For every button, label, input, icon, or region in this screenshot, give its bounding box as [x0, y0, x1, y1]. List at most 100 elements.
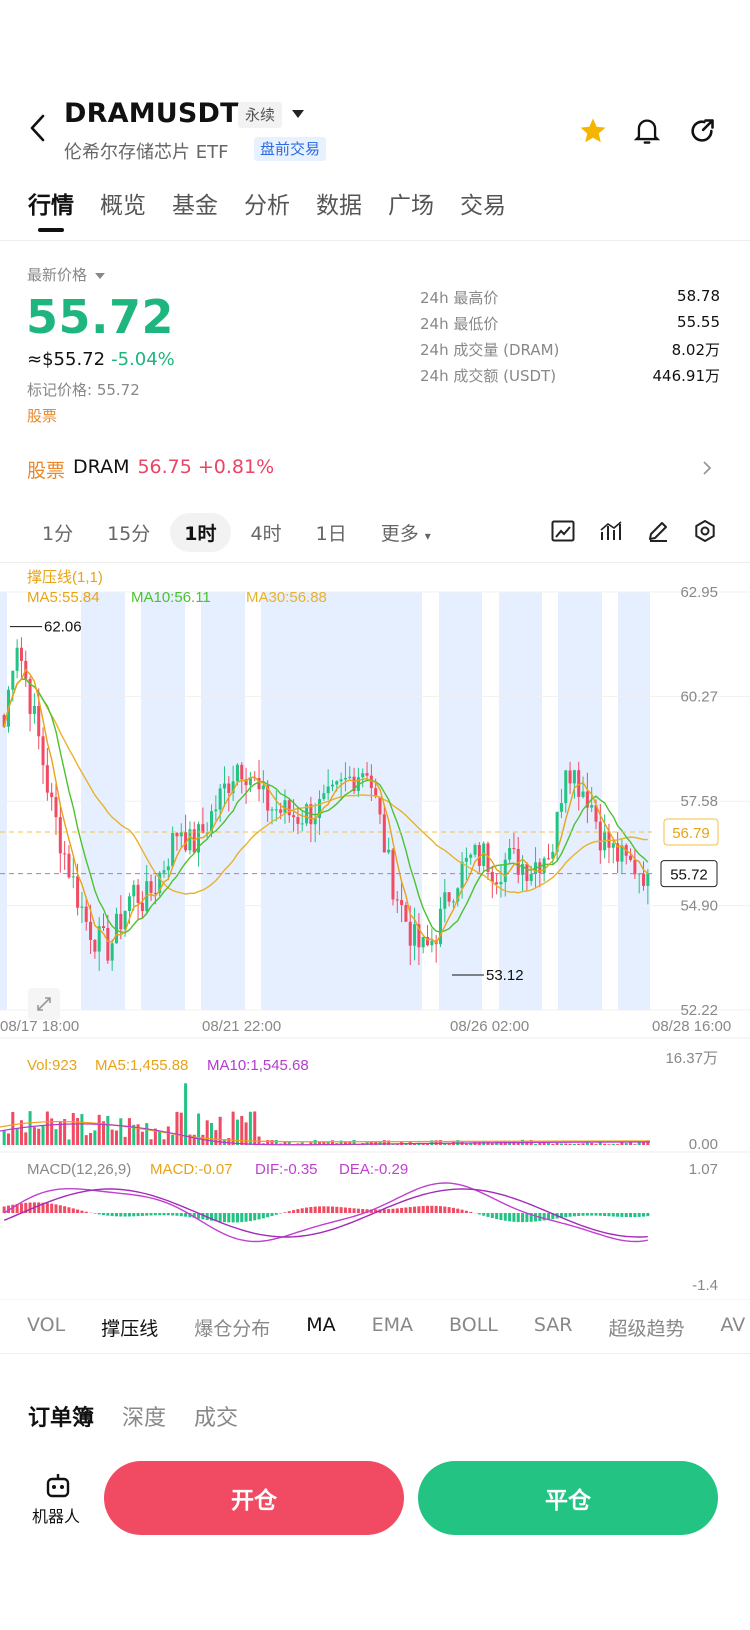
indicator-ema[interactable]: EMA	[372, 1314, 413, 1341]
tab-trade[interactable]: 交易	[460, 186, 506, 220]
tab-trades[interactable]: 成交	[194, 1400, 238, 1432]
candle-body	[283, 800, 287, 813]
stock-change: +0.81%	[197, 456, 275, 478]
period-15m[interactable]: 15分	[93, 513, 164, 552]
candle-body	[76, 876, 80, 908]
divider	[0, 1353, 750, 1354]
main-tabs: 行情 概览 基金 分析 数据 广场 交易	[28, 186, 532, 232]
macd-histogram-bar	[248, 1213, 252, 1222]
period-1m[interactable]: 1分	[28, 513, 87, 552]
draw-pen-icon[interactable]	[643, 516, 673, 546]
indicator-av[interactable]: AV	[721, 1314, 746, 1341]
volume-bar	[158, 1130, 162, 1145]
robot-label[interactable]: 机器人	[32, 1503, 80, 1527]
tab-depth[interactable]: 深度	[122, 1400, 166, 1432]
macd-histogram-bar	[572, 1213, 576, 1217]
stock-link[interactable]: 股票 DRAM 56.75 +0.81%	[27, 456, 274, 483]
macd-histogram-bar	[447, 1207, 451, 1213]
candle-body	[387, 849, 391, 853]
macd-histogram-bar	[391, 1208, 395, 1213]
macd-histogram-bar	[348, 1207, 352, 1213]
settings-gear-icon[interactable]	[690, 516, 720, 546]
macd-histogram-bar	[145, 1213, 149, 1216]
usd-price-line: ≈$55.72 -5.04%	[27, 349, 175, 370]
bell-icon[interactable]	[630, 114, 664, 148]
last-price-label[interactable]: 最新价格	[27, 264, 105, 285]
period-1d[interactable]: 1日	[302, 513, 361, 552]
chevron-right-icon[interactable]	[702, 460, 712, 480]
volume-bar	[15, 1128, 19, 1145]
back-arrow-icon[interactable]	[22, 112, 52, 144]
macd-dea-line	[3, 1188, 648, 1238]
macd-histogram-bar	[408, 1207, 412, 1213]
volume-y-tick: 0.00	[689, 1136, 718, 1153]
candle-body	[227, 783, 231, 794]
candle-body	[642, 873, 646, 886]
indicator-boll[interactable]: BOLL	[449, 1314, 498, 1341]
volume-bar	[37, 1128, 41, 1145]
indicator-ma[interactable]: MA	[306, 1314, 335, 1341]
indicator-sar[interactable]: SAR	[534, 1314, 573, 1341]
macd-histogram-bar	[283, 1212, 287, 1213]
period-1h[interactable]: 1时	[170, 513, 231, 552]
macd-histogram-bar	[624, 1213, 628, 1218]
volume-legend-item: Vol:923	[27, 1057, 77, 1074]
candlestick-chart[interactable]: 62.95 60.27 57.58 54.90 52.22 08/17 18:00 08/2…	[0, 565, 750, 1300]
macd-histogram-bar	[296, 1209, 300, 1213]
macd-histogram-bar	[37, 1202, 41, 1213]
ma-legend-item: MA10:56.11	[131, 589, 211, 606]
candle-body	[58, 817, 62, 854]
macd-histogram-bar	[330, 1206, 334, 1213]
star-icon[interactable]	[576, 114, 610, 148]
tab-fund[interactable]: 基金	[172, 186, 218, 220]
close-position-button[interactable]: 平仓	[418, 1461, 718, 1535]
volume-bar	[534, 1144, 538, 1145]
chevron-down-icon[interactable]	[292, 110, 304, 118]
tab-data[interactable]: 数据	[316, 186, 362, 220]
indicator-supertrend[interactable]: 超级趋势	[609, 1314, 685, 1341]
support-level-label: 56.79	[672, 825, 710, 842]
candle-body	[421, 937, 425, 948]
period-4h[interactable]: 4时	[237, 513, 296, 552]
indicator-icon[interactable]	[596, 516, 626, 546]
volume-bar	[171, 1134, 175, 1145]
macd-histogram-bar	[97, 1213, 101, 1215]
volume-bar	[197, 1113, 201, 1145]
stat-turnover: 24h 成交额 (USDT) 446.91万	[420, 367, 720, 385]
candle-body	[499, 882, 503, 885]
candle-body	[71, 876, 75, 878]
macd-y-tick: 1.07	[689, 1161, 718, 1178]
candle-body	[214, 809, 218, 812]
macd-histogram-bar	[28, 1202, 32, 1213]
stat-low: 24h 最低价 55.55	[420, 313, 720, 333]
volume-bar	[253, 1111, 257, 1145]
indicator-vol[interactable]: VOL	[27, 1314, 65, 1341]
expand-chart-icon[interactable]	[28, 988, 60, 1020]
indicator-liquidation[interactable]: 爆仓分布	[194, 1314, 270, 1341]
indicator-support-resistance[interactable]: 撑压线	[101, 1314, 158, 1341]
macd-histogram-bar	[486, 1213, 490, 1217]
tab-square[interactable]: 广场	[388, 186, 434, 220]
share-icon[interactable]	[685, 114, 719, 148]
macd-histogram-bar	[231, 1213, 235, 1223]
fullscreen-chart-icon[interactable]	[548, 516, 578, 546]
candle-body	[84, 906, 88, 922]
tab-market[interactable]: 行情	[28, 186, 74, 232]
tab-overview[interactable]: 概览	[100, 186, 146, 220]
robot-icon[interactable]	[40, 1469, 76, 1503]
candle-body	[525, 864, 529, 882]
candle-body	[559, 803, 563, 812]
open-position-button[interactable]: 开仓	[104, 1461, 404, 1535]
macd-histogram-bar	[516, 1213, 520, 1223]
period-more[interactable]: 更多 ▾	[367, 513, 445, 552]
tab-analysis[interactable]: 分析	[244, 186, 290, 220]
macd-histogram-bar	[490, 1213, 494, 1219]
symbol-title[interactable]: DRAMUSDT	[64, 98, 239, 129]
volume-legend-item: MA10:1,545.68	[207, 1057, 309, 1074]
macd-histogram-bar	[421, 1206, 425, 1213]
macd-histogram-bar	[352, 1208, 356, 1213]
macd-histogram-bar	[633, 1213, 637, 1218]
macd-histogram-bar	[620, 1213, 624, 1217]
volume-bar	[80, 1114, 84, 1145]
tab-orderbook[interactable]: 订单簿	[28, 1400, 94, 1432]
